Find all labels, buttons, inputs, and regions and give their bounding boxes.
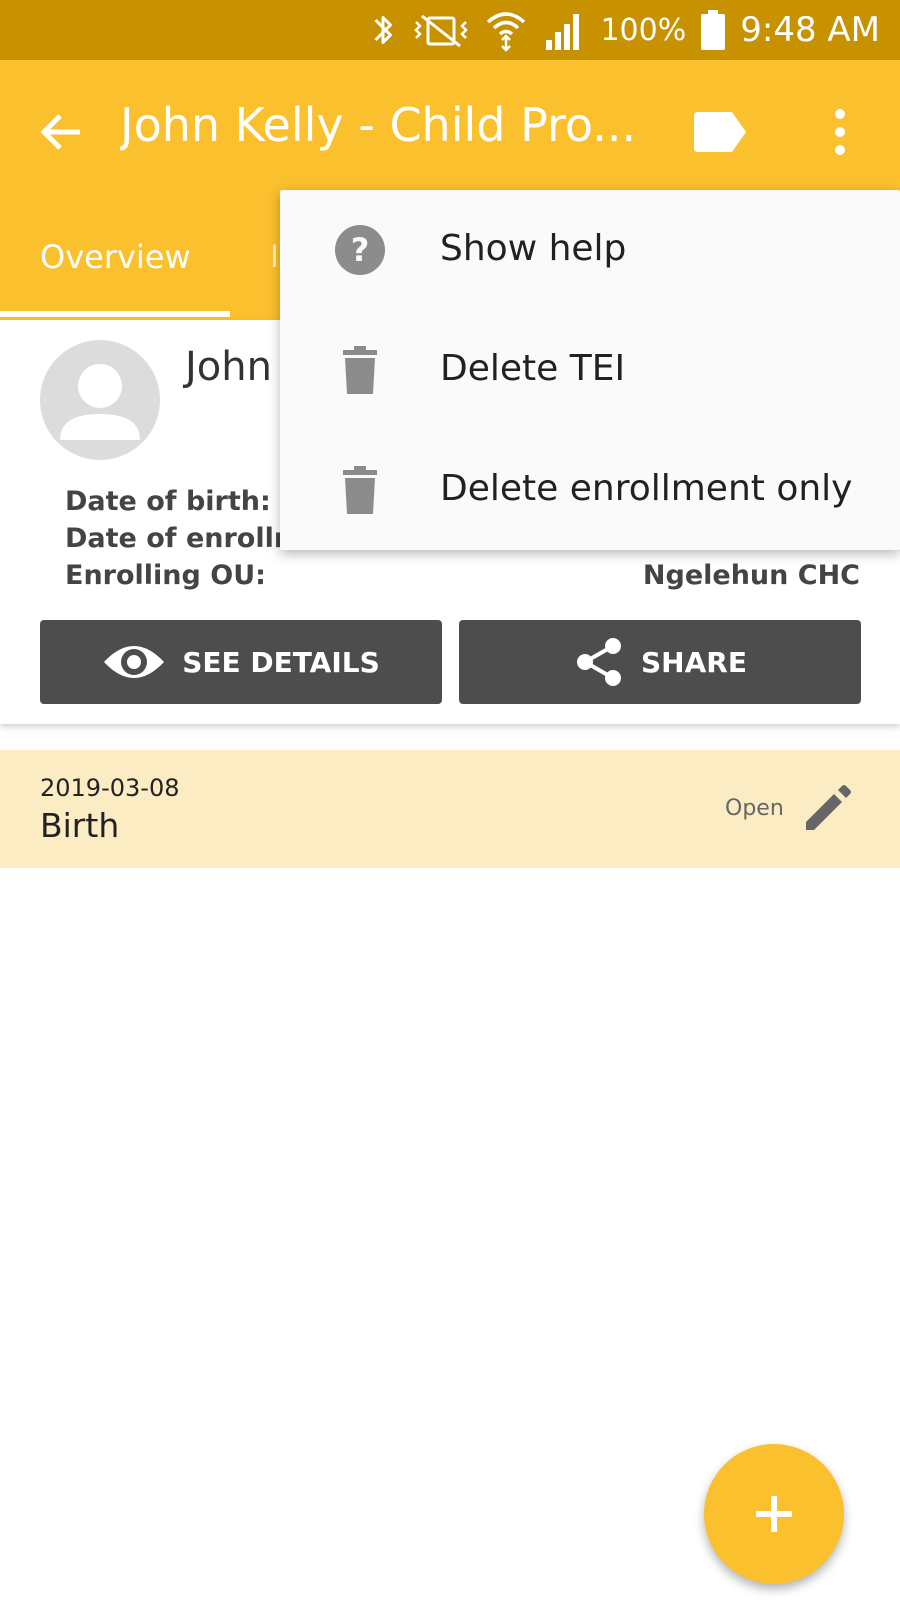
eye-icon bbox=[104, 646, 165, 678]
menu-item-delete-tei[interactable]: Delete TEI bbox=[280, 310, 900, 430]
vibrate-off-icon bbox=[414, 14, 469, 48]
back-button[interactable] bbox=[34, 104, 90, 160]
arrow-back-icon bbox=[40, 114, 80, 150]
info-row-enrolling-ou: Enrolling OU: Ngelehun CHC bbox=[65, 560, 860, 597]
status-bar: 100% 9:48 AM bbox=[0, 0, 900, 60]
tab-overview[interactable]: Overview bbox=[40, 238, 191, 276]
event-row[interactable]: 2019-03-08 Birth Open bbox=[0, 750, 900, 868]
pencil-icon bbox=[806, 785, 851, 830]
event-name: Birth bbox=[40, 806, 120, 845]
label-tag-icon bbox=[694, 112, 746, 152]
status-icons: 100% 9:48 AM bbox=[368, 0, 880, 60]
clock-time: 9:48 AM bbox=[740, 10, 880, 50]
signal-icon bbox=[546, 14, 580, 50]
bluetooth-icon bbox=[374, 16, 393, 44]
share-button[interactable]: SHARE bbox=[459, 620, 861, 704]
edit-event-button[interactable] bbox=[800, 780, 856, 836]
tab-partial[interactable]: I bbox=[270, 238, 279, 275]
person-icon bbox=[60, 364, 140, 440]
see-details-label: SEE DETAILS bbox=[182, 645, 380, 679]
info-label: Enrolling OU: bbox=[65, 560, 266, 591]
menu-item-label: Delete enrollment only bbox=[440, 468, 853, 509]
add-event-fab[interactable] bbox=[704, 1444, 844, 1584]
menu-item-label: Delete TEI bbox=[440, 348, 626, 389]
see-details-button[interactable]: SEE DETAILS bbox=[40, 620, 442, 704]
overflow-menu: ? Show help Delete TEI Delete enrollment… bbox=[280, 190, 900, 550]
tei-name: John bbox=[185, 344, 272, 390]
wifi-icon bbox=[487, 12, 526, 52]
page-title: John Kelly - Child Pro... bbox=[120, 98, 637, 152]
share-label: SHARE bbox=[641, 645, 747, 679]
more-vert-icon bbox=[835, 109, 845, 155]
share-icon bbox=[577, 638, 622, 686]
menu-item-show-help[interactable]: ? Show help bbox=[280, 190, 900, 310]
trash-icon bbox=[343, 346, 377, 394]
trash-icon bbox=[343, 466, 377, 514]
more-options-button[interactable] bbox=[820, 104, 860, 160]
tab-indicator bbox=[0, 311, 230, 317]
info-label: Date of birth: bbox=[65, 486, 271, 517]
battery-icon bbox=[701, 10, 726, 50]
menu-item-delete-enrollment[interactable]: Delete enrollment only bbox=[280, 430, 900, 550]
label-button[interactable] bbox=[690, 104, 750, 160]
event-status: Open bbox=[725, 796, 784, 821]
info-value: Ngelehun CHC bbox=[642, 560, 860, 591]
avatar bbox=[40, 340, 160, 460]
battery-percent: 100% bbox=[600, 12, 687, 48]
menu-item-label: Show help bbox=[440, 228, 627, 269]
event-date: 2019-03-08 bbox=[40, 774, 180, 802]
help-circle-icon: ? bbox=[335, 225, 385, 275]
plus-icon bbox=[756, 1496, 792, 1532]
svg-text:?: ? bbox=[351, 231, 370, 269]
